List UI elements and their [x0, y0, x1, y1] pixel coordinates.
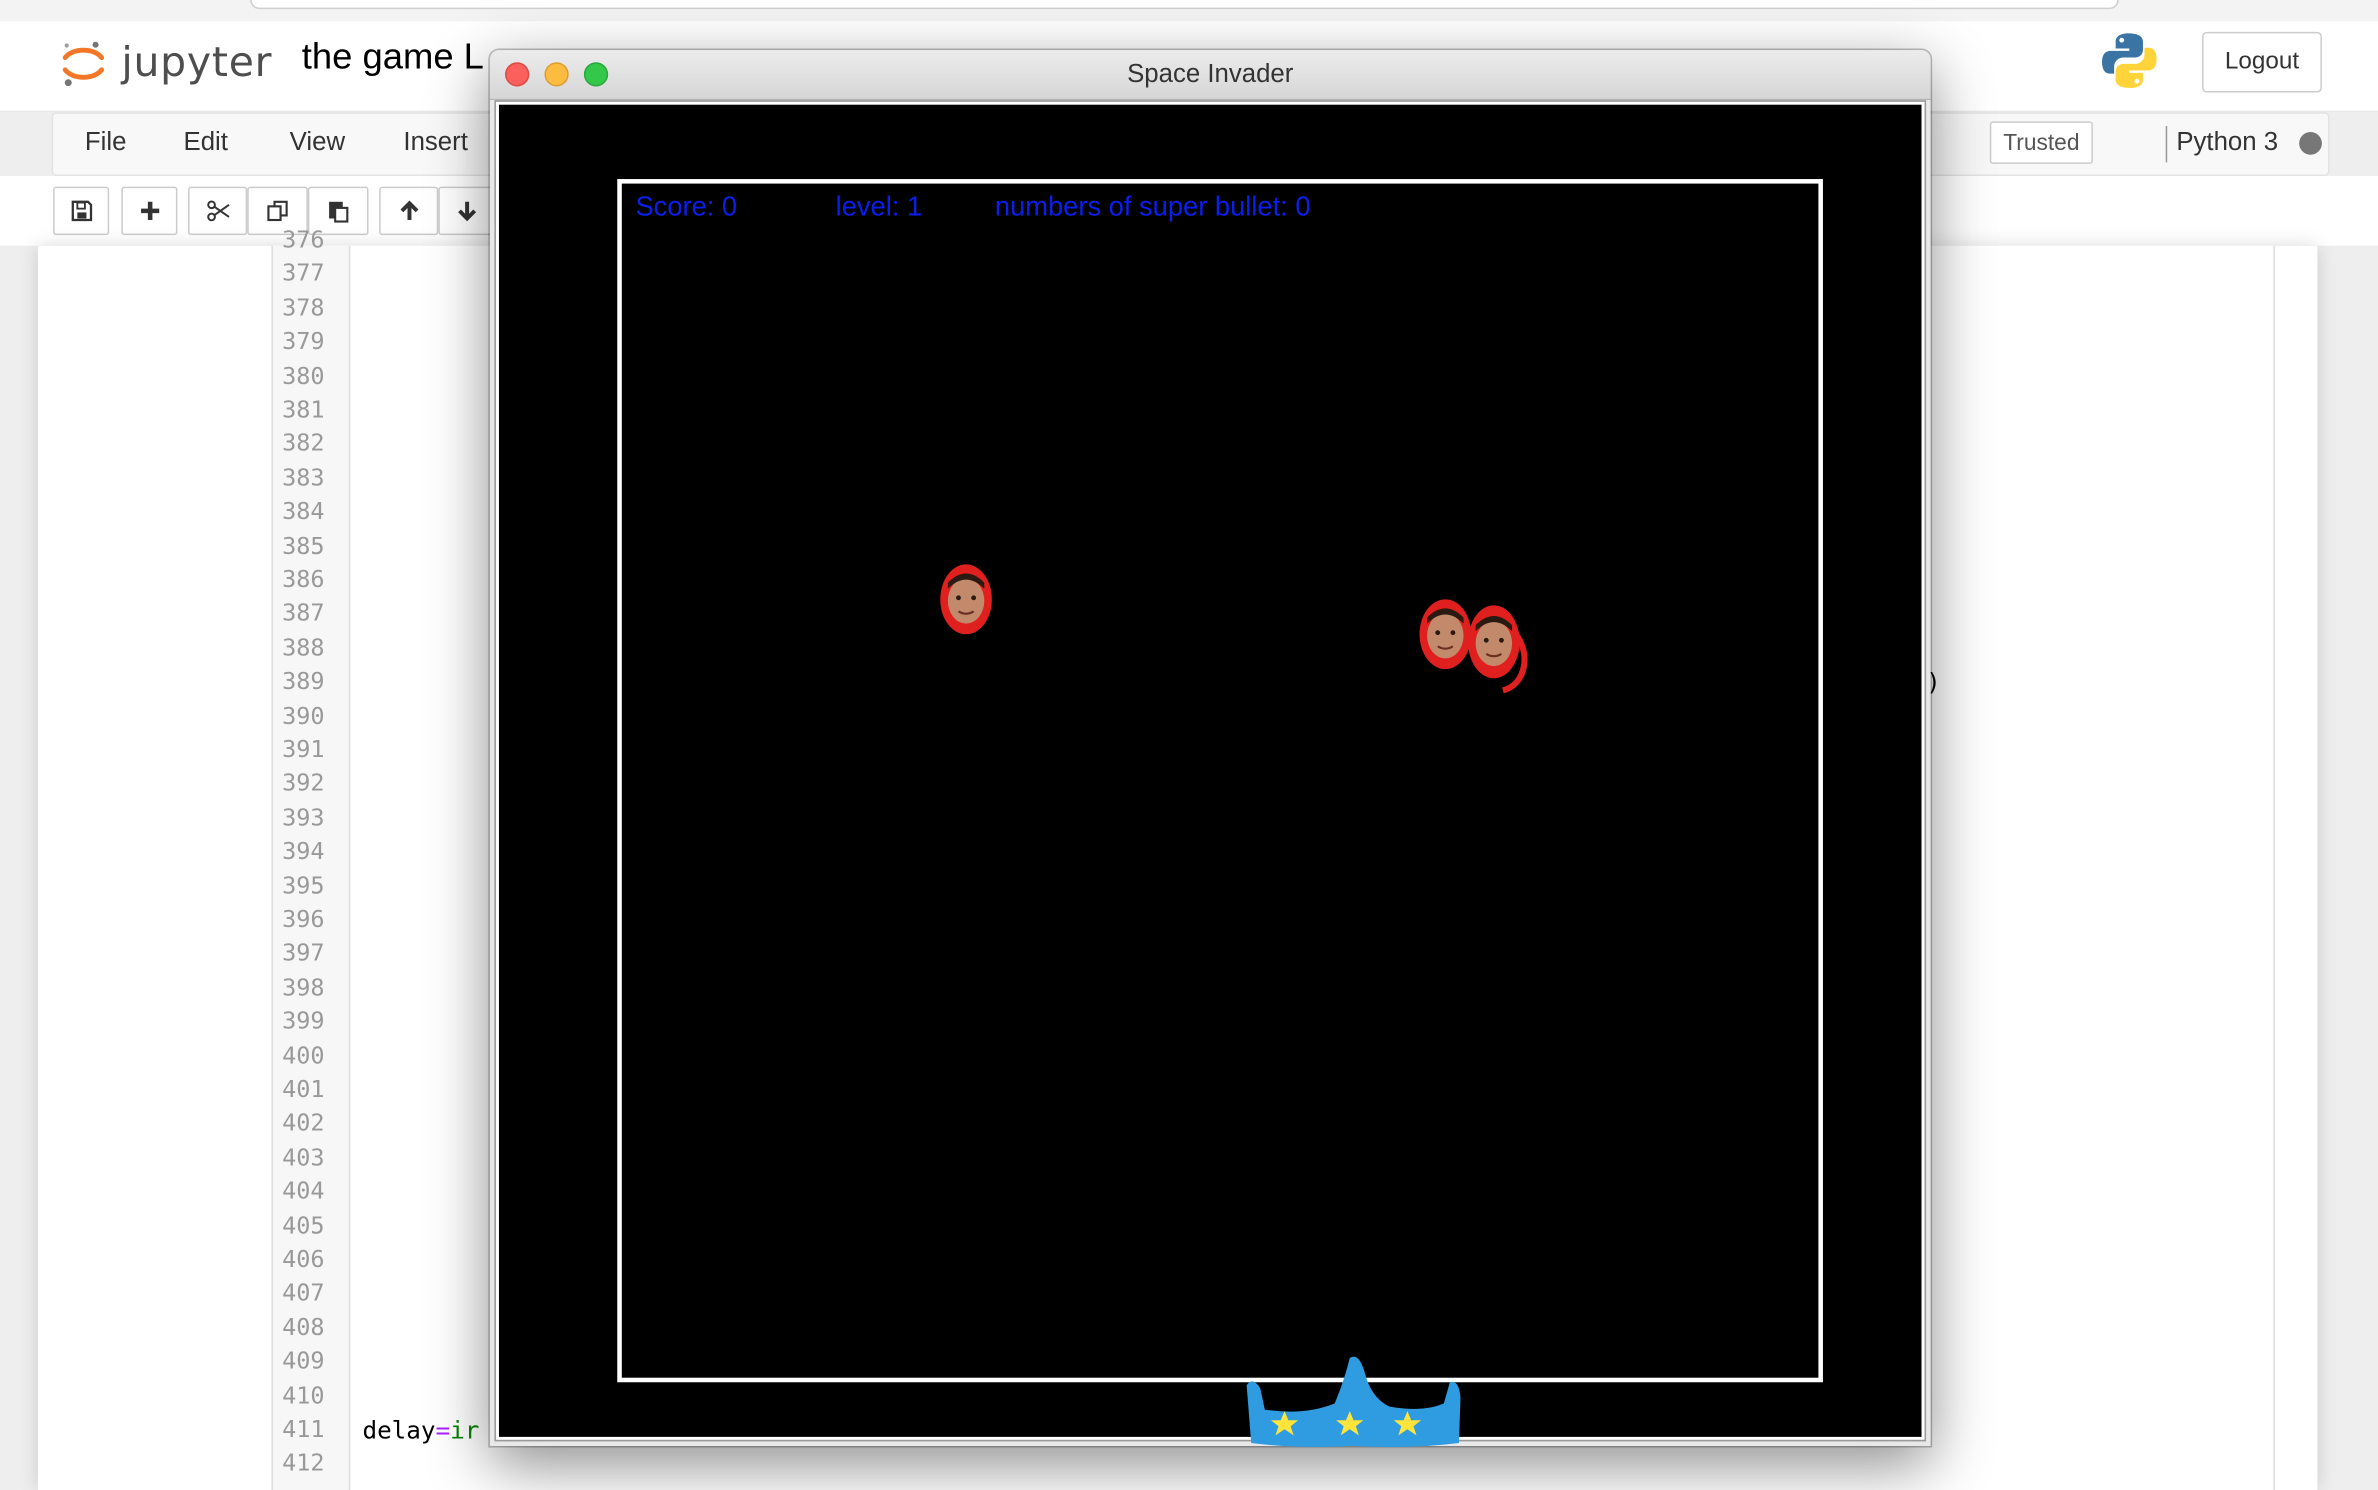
move-down-button[interactable]	[438, 186, 496, 236]
menu-file[interactable]: File	[85, 127, 127, 157]
kernel-status-icon	[2299, 132, 2322, 155]
player-ship-icon	[1246, 1356, 1461, 1447]
cut-button[interactable]	[188, 186, 248, 236]
menu-insert[interactable]: Insert	[403, 127, 468, 157]
menu-view[interactable]: View	[290, 127, 345, 157]
level-label: level: 1	[835, 191, 923, 222]
game-window[interactable]: Space Invader Score: 0 level: 1 numbers …	[489, 50, 1931, 1447]
line-number: 396	[282, 905, 325, 934]
line-number: 381	[282, 396, 325, 424]
line-number: 377	[282, 260, 325, 288]
line-number: 410	[282, 1381, 325, 1409]
code-token-name: delay	[362, 1415, 436, 1445]
line-number: 390	[282, 701, 325, 730]
jupyter-logo-text: jupyter	[121, 39, 273, 87]
line-number: 382	[282, 429, 325, 458]
line-number: 384	[282, 497, 325, 526]
line-number: 391	[282, 735, 325, 764]
game-window-titlebar[interactable]: Space Invader	[489, 50, 1931, 101]
line-number: 399	[282, 1007, 325, 1036]
line-number: 405	[282, 1211, 325, 1240]
line-number: 411	[282, 1415, 325, 1443]
save-button[interactable]	[53, 186, 110, 236]
kernel-separator	[2165, 125, 2168, 163]
insert-cell-button[interactable]	[121, 186, 178, 236]
move-up-button[interactable]	[379, 186, 439, 236]
line-number: 403	[282, 1143, 325, 1172]
invader-face-icon	[940, 564, 992, 635]
line-number: 407	[282, 1279, 325, 1307]
super-bullet-label: numbers of super bullet: 0	[994, 191, 1311, 222]
logout-button[interactable]: Logout	[2202, 31, 2322, 93]
trusted-indicator[interactable]: Trusted	[1989, 121, 2093, 164]
notebook-title[interactable]: the game L	[302, 36, 484, 78]
game-canvas[interactable]: Score: 0 level: 1 numbers of super bulle…	[494, 100, 1927, 1447]
line-number: 389	[282, 667, 325, 696]
line-number: 406	[282, 1245, 325, 1274]
line-number: 386	[282, 565, 325, 594]
kernel-name[interactable]: Python 3	[2176, 127, 2278, 157]
browser-strip	[0, 0, 2378, 22]
code-token-fn: ir	[450, 1415, 480, 1445]
plus-icon	[140, 201, 159, 221]
arrow-up-icon	[399, 200, 418, 221]
line-number: 408	[282, 1313, 325, 1341]
line-number: 378	[282, 294, 325, 322]
line-number: 379	[282, 328, 325, 356]
score-label: Score: 0	[635, 191, 738, 222]
python-logo-icon	[2102, 33, 2157, 89]
line-number: 393	[282, 803, 325, 832]
jupyter-logo-icon	[62, 41, 105, 87]
line-number: 395	[282, 871, 325, 900]
line-number: 380	[282, 362, 325, 390]
line-number: 385	[282, 531, 325, 560]
address-bar[interactable]	[250, 0, 2119, 10]
code-line-411[interactable]: delay=ir	[362, 1416, 479, 1445]
line-number: 400	[282, 1041, 325, 1070]
line-number: 404	[282, 1177, 325, 1206]
line-number: 397	[282, 939, 325, 968]
invader-face-icon	[1468, 605, 1528, 694]
line-number: 402	[282, 1109, 325, 1138]
game-window-title: Space Invader	[1127, 59, 1294, 89]
jupyter-logo[interactable]: jupyter	[55, 30, 282, 97]
paste-icon	[329, 201, 349, 223]
line-number-gutter: 376 377 378 379 380 381 382 383 384 385 386 387 388 3…	[272, 226, 351, 1490]
cut-icon	[206, 200, 229, 222]
playfield-border: Score: 0 level: 1 numbers of super bulle…	[617, 179, 1823, 1447]
menu-edit[interactable]: Edit	[184, 127, 228, 157]
line-number: 398	[282, 973, 325, 1002]
line-number: 383	[282, 463, 325, 492]
line-number: 401	[282, 1075, 325, 1104]
code-token-op: =	[435, 1415, 451, 1445]
line-number: 387	[282, 599, 325, 628]
line-number: 394	[282, 837, 325, 866]
line-number: 376	[282, 226, 325, 254]
line-number: 392	[282, 769, 325, 798]
line-number: 388	[282, 633, 325, 662]
line-number: 409	[282, 1347, 325, 1375]
line-number: 412	[282, 1449, 325, 1477]
save-icon	[70, 200, 92, 222]
copy-icon	[267, 200, 288, 222]
arrow-down-icon	[458, 201, 477, 222]
